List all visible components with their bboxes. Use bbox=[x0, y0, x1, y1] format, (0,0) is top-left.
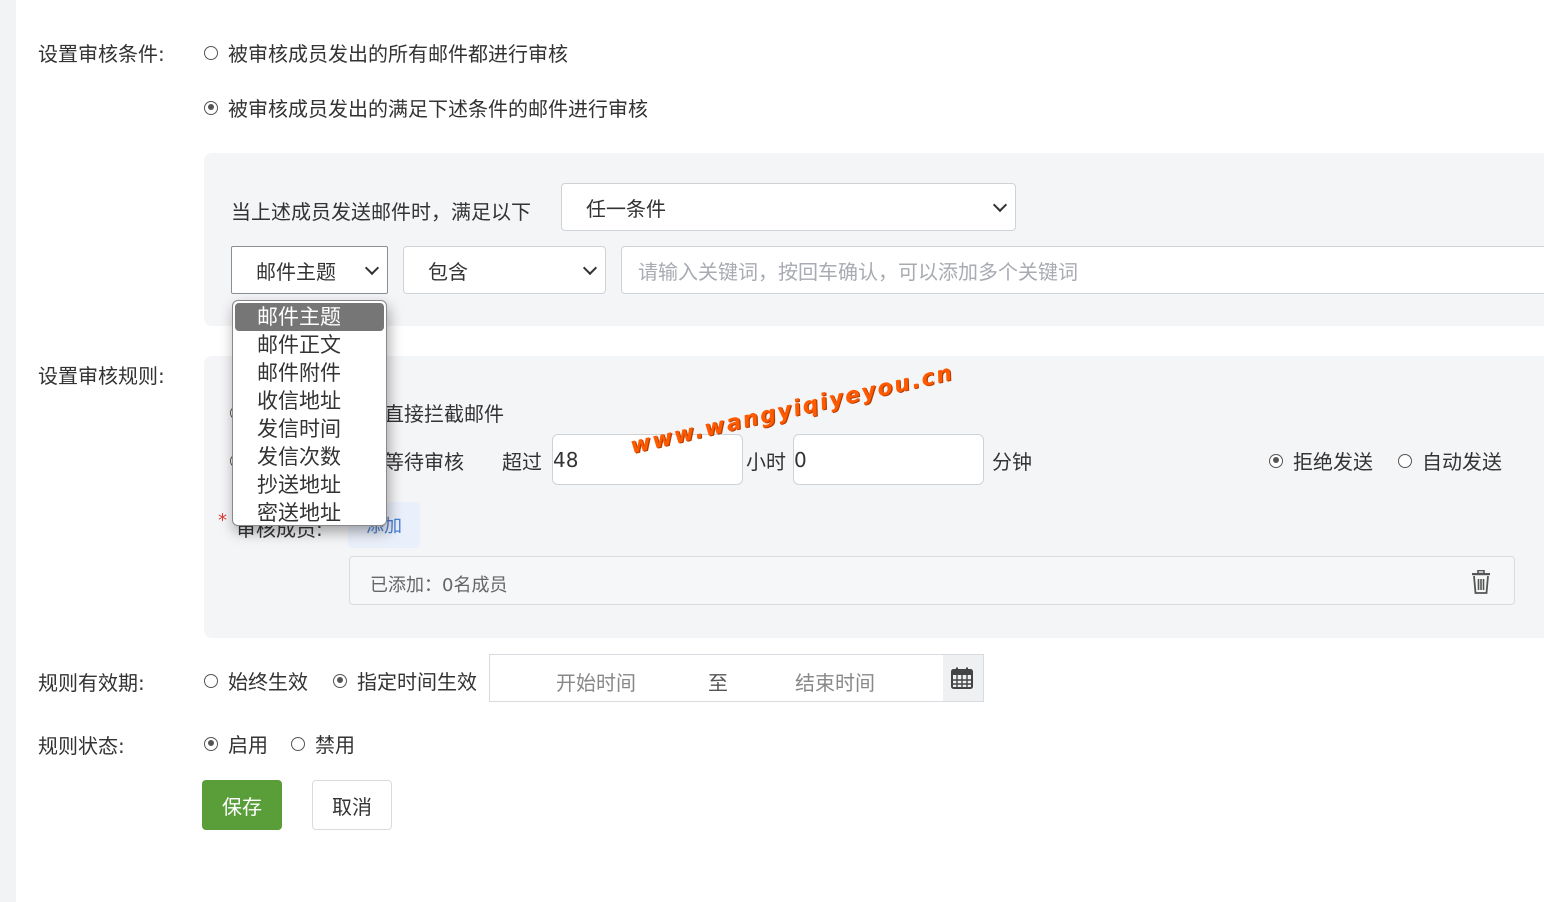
end-time-input[interactable]: 结束时间 bbox=[795, 667, 875, 696]
minutes-input[interactable]: 0 bbox=[793, 434, 984, 485]
condition-option-all-label: 被审核成员发出的所有邮件都进行审核 bbox=[228, 42, 568, 66]
match-mode-value: 任一条件 bbox=[586, 196, 666, 221]
condition-option-all[interactable]: 被审核成员发出的所有邮件都进行审核 bbox=[204, 38, 568, 67]
audit-condition-label: 设置审核条件: bbox=[38, 42, 165, 66]
status-option-disable[interactable]: 禁用 bbox=[291, 729, 355, 758]
radio-icon[interactable] bbox=[204, 45, 218, 60]
match-mode-select[interactable]: 任一条件 bbox=[561, 183, 1016, 231]
trash-icon[interactable] bbox=[1470, 570, 1492, 594]
radio-icon[interactable] bbox=[1398, 453, 1412, 468]
status-option-disable-label: 禁用 bbox=[315, 733, 355, 757]
radio-icon[interactable] bbox=[204, 100, 218, 115]
dropdown-option[interactable]: 邮件主题 bbox=[235, 303, 384, 331]
after-option-auto[interactable]: 自动发送 bbox=[1398, 446, 1502, 475]
operator-select-value: 包含 bbox=[428, 259, 468, 284]
added-members-summary: 已添加：0名成员 bbox=[370, 575, 508, 596]
after-option-reject-label: 拒绝发送 bbox=[1293, 450, 1373, 474]
radio-icon[interactable] bbox=[204, 736, 218, 751]
match-prefix-text: 当上述成员发送邮件时，满足以下 bbox=[231, 200, 531, 224]
left-sidebar-strip bbox=[0, 0, 16, 902]
chevron-down-icon bbox=[992, 197, 1008, 213]
rule-option-wait-label: 等待审核 bbox=[384, 450, 464, 474]
operator-select[interactable]: 包含 bbox=[403, 246, 606, 294]
dropdown-option[interactable]: 收信地址 bbox=[233, 387, 386, 415]
dropdown-option[interactable]: 抄送地址 bbox=[233, 471, 386, 499]
radio-icon[interactable] bbox=[1269, 453, 1283, 468]
field-dropdown-list[interactable]: 邮件主题 邮件正文 邮件附件 收信地址 发信时间 发信次数 抄送地址 密送地址 bbox=[232, 300, 387, 526]
calendar-icon[interactable] bbox=[950, 666, 974, 690]
rule-option-block-label: 直接拦截邮件 bbox=[384, 402, 504, 426]
minutes-input-value: 0 bbox=[794, 447, 807, 472]
date-range-picker[interactable]: 开始时间 至 结束时间 bbox=[489, 654, 984, 702]
dropdown-option[interactable]: 密送地址 bbox=[233, 499, 386, 525]
validity-option-always-label: 始终生效 bbox=[228, 670, 308, 694]
field-select[interactable]: 邮件主题 bbox=[231, 246, 388, 294]
chevron-down-icon bbox=[364, 260, 380, 276]
status-option-enable[interactable]: 启用 bbox=[204, 729, 268, 758]
keyword-input[interactable]: 请输入关键词，按回车确认，可以添加多个关键词 bbox=[621, 246, 1544, 294]
audit-rule-label: 设置审核规则: bbox=[38, 364, 165, 388]
condition-option-filtered[interactable]: 被审核成员发出的满足下述条件的邮件进行审核 bbox=[204, 93, 648, 122]
dropdown-option[interactable]: 邮件正文 bbox=[233, 331, 386, 359]
validity-option-always[interactable]: 始终生效 bbox=[204, 666, 308, 695]
save-button[interactable]: 保存 bbox=[202, 780, 282, 830]
radio-icon[interactable] bbox=[291, 736, 305, 751]
hours-unit: 小时 bbox=[746, 450, 786, 474]
cancel-button[interactable]: 取消 bbox=[312, 780, 392, 830]
required-asterisk: * bbox=[218, 510, 227, 531]
status-option-enable-label: 启用 bbox=[228, 733, 268, 757]
validity-option-range[interactable]: 指定时间生效 bbox=[333, 666, 477, 695]
condition-option-filtered-label: 被审核成员发出的满足下述条件的邮件进行审核 bbox=[228, 97, 648, 121]
after-option-reject[interactable]: 拒绝发送 bbox=[1269, 446, 1373, 475]
keyword-input-placeholder: 请输入关键词，按回车确认，可以添加多个关键词 bbox=[638, 259, 1078, 284]
field-select-value: 邮件主题 bbox=[256, 259, 336, 284]
validity-option-range-label: 指定时间生效 bbox=[357, 670, 477, 694]
dropdown-option[interactable]: 发信次数 bbox=[233, 443, 386, 471]
status-label: 规则状态: bbox=[38, 734, 125, 758]
condition-panel bbox=[204, 153, 1544, 326]
dropdown-option[interactable]: 邮件附件 bbox=[233, 359, 386, 387]
validity-label: 规则有效期: bbox=[38, 671, 145, 695]
chevron-down-icon bbox=[582, 260, 598, 276]
radio-icon[interactable] bbox=[333, 673, 347, 688]
exceed-text: 超过 bbox=[502, 450, 542, 474]
after-option-auto-label: 自动发送 bbox=[1422, 450, 1502, 474]
radio-icon[interactable] bbox=[204, 673, 218, 688]
minutes-unit: 分钟 bbox=[992, 450, 1032, 474]
date-range-separator: 至 bbox=[708, 671, 728, 695]
added-members-box: 已添加：0名成员 bbox=[349, 556, 1515, 605]
dropdown-option[interactable]: 发信时间 bbox=[233, 415, 386, 443]
hours-input-value: 48 bbox=[553, 447, 579, 472]
start-time-input[interactable]: 开始时间 bbox=[556, 667, 636, 696]
